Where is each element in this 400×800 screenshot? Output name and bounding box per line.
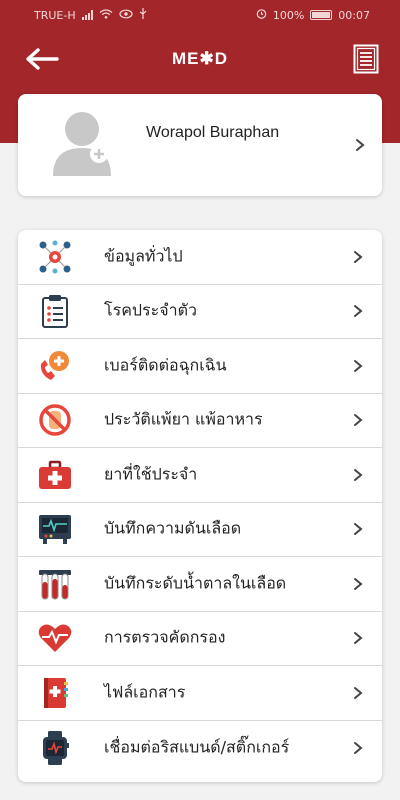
chevron-right-icon <box>354 305 363 318</box>
clock-time: 00:07 <box>338 8 370 22</box>
menu-item-emergency-contact[interactable]: เบอร์ติดต่อฉุกเฉิน <box>18 339 382 394</box>
chevron-right-icon <box>354 632 363 645</box>
menu-item-blood-pressure[interactable]: บันทึกความดันเลือด <box>18 503 382 557</box>
menu-item-blood-sugar[interactable]: บันทึกระดับน้ำตาลในเลือด <box>18 557 382 612</box>
menu-item-label: ประวัติแพ้ยา แพ้อาหาร <box>104 409 263 429</box>
chevron-right-icon <box>354 686 363 699</box>
smartwatch-icon <box>38 730 72 765</box>
chevron-right-icon <box>354 468 363 481</box>
menu-item-label: การตรวจคัดกรอง <box>104 627 226 647</box>
menu-item-label: ข้อมูลทั่วไป <box>104 246 183 266</box>
chevron-right-icon <box>356 139 365 151</box>
menu-item-connect-wristband[interactable]: เชื่อมต่อริสแบนด์/สติ๊กเกอร์ <box>18 721 382 776</box>
document-book-icon <box>38 676 72 710</box>
app-logo: ME✱D <box>171 49 229 68</box>
menu-item-label: ยาที่ใช้ประจำ <box>104 464 198 484</box>
menu-item-label: บันทึกระดับน้ำตาลในเลือด <box>104 573 287 593</box>
medicine-kit-icon <box>38 458 72 492</box>
profile-card[interactable]: Worapol Buraphan <box>18 94 382 196</box>
menu-item-label: เชื่อมต่อริสแบนด์/สติ๊กเกอร์ <box>104 737 290 757</box>
chevron-right-icon <box>354 414 363 427</box>
document-list-icon <box>353 44 379 74</box>
menu-item-label: เบอร์ติดต่อฉุกเฉิน <box>104 355 227 375</box>
chevron-right-icon <box>354 741 363 754</box>
usb-icon <box>139 8 147 22</box>
signal-icon <box>81 10 93 20</box>
eye-icon <box>119 9 133 22</box>
user-add-avatar-icon <box>53 112 111 176</box>
menu-item-screening[interactable]: การตรวจคัดกรอง <box>18 612 382 666</box>
battery-icon <box>310 10 333 20</box>
menu-item-label: ไฟล์เอกสาร <box>104 682 186 702</box>
general-info-icon <box>38 240 72 274</box>
menu-item-chronic-disease[interactable]: โรคประจำตัว <box>18 285 382 339</box>
emergency-phone-icon <box>38 349 72 383</box>
back-button[interactable] <box>22 42 62 76</box>
profile-name: Worapol Buraphan <box>146 124 280 141</box>
chevron-right-icon <box>354 523 363 536</box>
menu-item-allergy-history[interactable]: ประวัติแพ้ยา แพ้อาหาร <box>18 394 382 448</box>
carrier-label: TRUE-H <box>34 8 76 22</box>
chevron-right-icon <box>354 359 363 372</box>
status-bar: TRUE-H 100% 00:07 <box>0 0 400 30</box>
heartbeat-icon <box>38 621 72 655</box>
menu-item-label: โรคประจำตัว <box>104 300 197 320</box>
chevron-right-icon <box>354 577 363 590</box>
blood-pressure-monitor-icon <box>38 512 72 546</box>
battery-percent: 100% <box>272 8 305 22</box>
menu-list: ข้อมูลทั่วไป โรคประจำตัว เบอร์ติดต่อฉุกเ… <box>18 230 382 782</box>
allergy-icon <box>38 403 72 437</box>
arrow-left-icon <box>26 48 59 70</box>
chevron-right-icon <box>354 250 363 263</box>
blood-tubes-icon <box>38 567 72 601</box>
alarm-icon <box>256 8 267 22</box>
menu-item-general-info[interactable]: ข้อมูลทั่วไป <box>18 230 382 285</box>
wifi-icon <box>99 8 113 22</box>
menu-item-label: บันทึกความดันเลือด <box>104 518 242 538</box>
document-list-button[interactable] <box>350 42 382 76</box>
clipboard-icon <box>38 294 72 329</box>
app-bar: ME✱D <box>0 38 400 80</box>
menu-item-document-files[interactable]: ไฟล์เอกสาร <box>18 666 382 721</box>
menu-item-regular-medicine[interactable]: ยาที่ใช้ประจำ <box>18 448 382 503</box>
